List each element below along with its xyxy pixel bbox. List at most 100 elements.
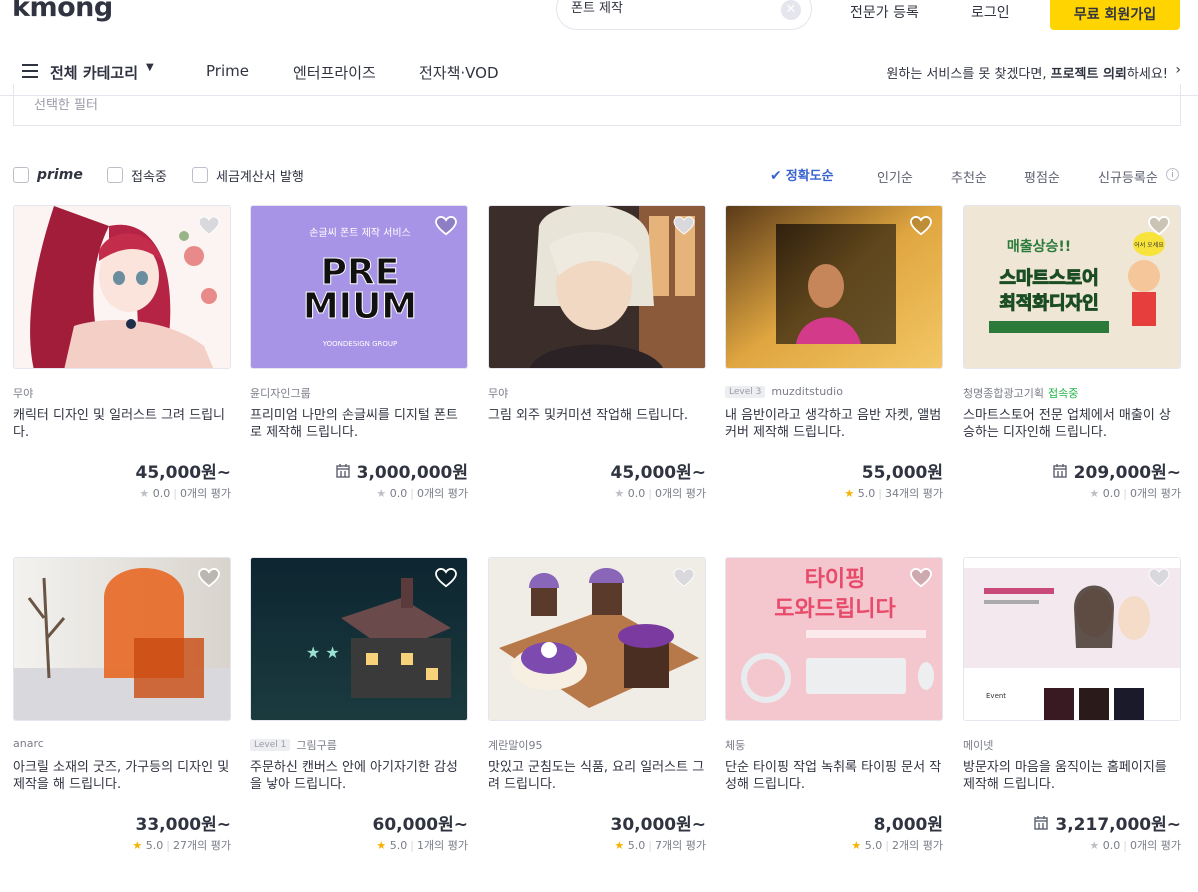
rating-value: 5.0 xyxy=(145,839,164,852)
search-input[interactable] xyxy=(571,0,771,14)
svg-text:어서 오세요: 어서 오세요 xyxy=(1134,241,1164,249)
service-title[interactable]: 방문자의 마음을 움직이는 홈페이지를 제작해 드립니다. xyxy=(963,759,1181,793)
service-thumbnail[interactable] xyxy=(488,205,706,369)
service-card[interactable]: anarc 아크릴 소재의 굿즈, 가구등의 디자인 및 제작을 해 드립니다.… xyxy=(13,557,231,857)
service-card[interactable]: 매출상승!! 스마트스토어 최적화디자인 어서 오세요 청명종합광고기획 접속중… xyxy=(963,205,1181,505)
filter-prime[interactable]: prime xyxy=(13,166,83,184)
heart-icon[interactable] xyxy=(435,216,457,236)
info-icon[interactable]: i xyxy=(1166,168,1179,181)
seller-name[interactable]: muzditstudio xyxy=(771,385,843,398)
checkbox[interactable] xyxy=(13,167,29,183)
service-title[interactable]: 맛있고 군침도는 식품, 요리 일러스트 그려 드립니다. xyxy=(488,759,706,793)
filter-online[interactable]: 접속중 xyxy=(107,166,167,185)
service-thumbnail[interactable]: 매출상승!! 스마트스토어 최적화디자인 어서 오세요 xyxy=(963,205,1181,369)
seller-name[interactable]: 청명종합광고기획 xyxy=(963,385,1044,401)
nav-item-ebook-vod[interactable]: 전자책·VOD xyxy=(419,62,499,83)
seller-name[interactable]: 메이넷 xyxy=(963,737,993,753)
service-card[interactable]: 계란말이95 맛있고 군침도는 식품, 요리 일러스트 그려 드립니다. 30,… xyxy=(488,557,706,857)
project-request-suffix: 하세요! xyxy=(1126,67,1168,82)
service-price: 30,000원~ xyxy=(611,810,707,835)
service-card[interactable]: Level 3 muzditstudio 내 음반이라고 생각하고 음반 자켓,… xyxy=(725,205,943,505)
sort-rating[interactable]: 평점순 xyxy=(1024,167,1060,186)
service-thumbnail[interactable] xyxy=(725,205,943,369)
service-rating: ★ 5.0 | 34개의 평가 xyxy=(844,485,943,501)
seller-name[interactable]: 윤디자인그룹 xyxy=(250,385,311,401)
expert-register-link[interactable]: 전문가 등록 xyxy=(850,2,919,22)
review-count: 34개의 평가 xyxy=(885,487,943,500)
service-thumbnail[interactable] xyxy=(488,557,706,721)
service-thumbnail[interactable] xyxy=(13,557,231,721)
checkbox[interactable] xyxy=(107,167,123,183)
clear-search-icon[interactable]: ✕ xyxy=(781,0,801,20)
seller-info[interactable]: Level 1 그림구름 xyxy=(250,737,337,753)
service-title[interactable]: 내 음반이라고 생각하고 음반 자켓, 앨범 커버 제작해 드립니다. xyxy=(725,407,943,441)
sort-recommended[interactable]: 추천순 xyxy=(951,167,987,186)
seller-info[interactable]: 청명종합광고기획 접속중 xyxy=(963,385,1078,401)
seller-name[interactable]: 체둥 xyxy=(725,737,745,753)
caret-down-icon[interactable]: ▼ xyxy=(146,62,154,73)
checkbox[interactable] xyxy=(192,167,208,183)
service-card[interactable]: Event 메이넷 방문자의 마음을 움직이는 홈페이지를 제작해 드립니다. … xyxy=(963,557,1181,857)
heart-icon[interactable] xyxy=(910,216,932,236)
sort-popular[interactable]: 인기순 xyxy=(877,167,913,186)
sort-newest[interactable]: 신규등록순 xyxy=(1098,167,1158,186)
kmong-logo[interactable]: kmong xyxy=(12,0,113,23)
service-thumbnail[interactable]: 손글씨 폰트 제작 서비스 PRE MIUM YOONDESIGN GROUP xyxy=(250,205,468,369)
seller-name[interactable]: 무야 xyxy=(13,385,33,401)
heart-icon[interactable] xyxy=(435,568,457,588)
heart-icon[interactable] xyxy=(673,216,695,236)
all-categories-button[interactable]: 전체 카테고리 xyxy=(50,62,138,83)
service-thumbnail[interactable]: ★ ★ xyxy=(250,557,468,721)
search-bar[interactable]: ✕ xyxy=(556,0,812,30)
service-thumbnail[interactable]: 타이핑 도와드립니다 xyxy=(725,557,943,721)
service-card[interactable]: 무야 그림 외주 및커미션 작업해 드립니다. 45,000원~ ★ 0.0 | 0… xyxy=(488,205,706,505)
project-request-link[interactable]: 원하는 서비스를 못 찾겠다면, 프로젝트 의뢰하세요! xyxy=(886,63,1168,82)
seller-name[interactable]: 계란말이95 xyxy=(488,737,542,753)
heart-icon[interactable] xyxy=(198,216,220,236)
seller-info[interactable]: 계란말이95 xyxy=(488,737,542,753)
service-title[interactable]: 단순 타이핑 작업 녹취록 타이핑 문서 작성해 드립니다. xyxy=(725,759,943,793)
service-title[interactable]: 주문하신 캔버스 안에 아기자기한 감성을 낳아 드립니다. xyxy=(250,759,468,793)
seller-name[interactable]: 무야 xyxy=(488,385,508,401)
rating-value: 5.0 xyxy=(864,839,883,852)
service-card[interactable]: 타이핑 도와드립니다 체둥 단순 타이핑 작업 녹취록 타이핑 문서 작성해 드… xyxy=(725,557,943,857)
heart-icon[interactable] xyxy=(910,568,932,588)
seller-name[interactable]: 그림구름 xyxy=(296,737,336,753)
service-title[interactable]: 아크릴 소재의 굿즈, 가구등의 디자인 및 제작을 해 드립니다. xyxy=(13,759,231,793)
service-title[interactable]: 그림 외주 및커미션 작업해 드립니다. xyxy=(488,407,706,424)
service-card[interactable]: ★ ★ Level 1 그림구름 주문하신 캔버스 안에 아기자기한 감성을 낳… xyxy=(250,557,468,857)
service-thumbnail[interactable] xyxy=(13,205,231,369)
seller-info[interactable]: Level 3 muzditstudio xyxy=(725,385,843,398)
svg-text:★ ★: ★ ★ xyxy=(306,643,340,662)
heart-icon[interactable] xyxy=(198,568,220,588)
heart-icon[interactable] xyxy=(673,568,695,588)
seller-name[interactable]: anarc xyxy=(13,737,44,750)
signup-button[interactable]: 무료 회원가입 xyxy=(1050,0,1180,30)
seller-info[interactable]: 메이넷 xyxy=(963,737,993,753)
price-value: 33,000원~ xyxy=(135,815,232,835)
heart-icon[interactable] xyxy=(1148,216,1170,236)
nav-item-enterprise[interactable]: 엔터프라이즈 xyxy=(293,62,376,83)
rating-value: 0.0 xyxy=(1102,839,1121,852)
service-card[interactable]: 손글씨 폰트 제작 서비스 PRE MIUM YOONDESIGN GROUP … xyxy=(250,205,468,505)
seller-info[interactable]: anarc xyxy=(13,737,44,750)
sort-accuracy-label: 정확도순 xyxy=(785,169,834,184)
service-thumbnail[interactable]: Event xyxy=(963,557,1181,721)
service-title[interactable]: 프리미엄 나만의 손글씨를 디지털 폰트로 제작해 드립니다. xyxy=(250,407,468,441)
seller-info[interactable]: 무야 xyxy=(488,385,508,401)
seller-info[interactable]: 체둥 xyxy=(725,737,745,753)
seller-info[interactable]: 무야 xyxy=(13,385,33,401)
price-value: 209,000원~ xyxy=(1073,463,1181,483)
login-link[interactable]: 로그인 xyxy=(971,2,1010,22)
filter-tax-invoice[interactable]: 세금계산서 발행 xyxy=(192,166,304,185)
sort-accuracy[interactable]: ✔ 정확도순 xyxy=(770,165,834,184)
nav-item-prime[interactable]: Prime xyxy=(206,62,249,80)
seller-info[interactable]: 윤디자인그룹 xyxy=(250,385,311,401)
menu-icon[interactable] xyxy=(22,64,38,78)
heart-icon[interactable] xyxy=(1148,568,1170,588)
divider: | xyxy=(1123,839,1128,852)
service-card[interactable]: 무야 캐릭터 디자인 및 일러스트 그려 드립니다. 45,000원~ ★ 0.… xyxy=(13,205,231,505)
chevron-right-icon[interactable]: › xyxy=(1175,62,1181,78)
service-title[interactable]: 스마트스토어 전문 업체에서 매출이 상승하는 디자인해 드립니다. xyxy=(963,407,1181,441)
service-title[interactable]: 캐릭터 디자인 및 일러스트 그려 드립니다. xyxy=(13,407,231,441)
